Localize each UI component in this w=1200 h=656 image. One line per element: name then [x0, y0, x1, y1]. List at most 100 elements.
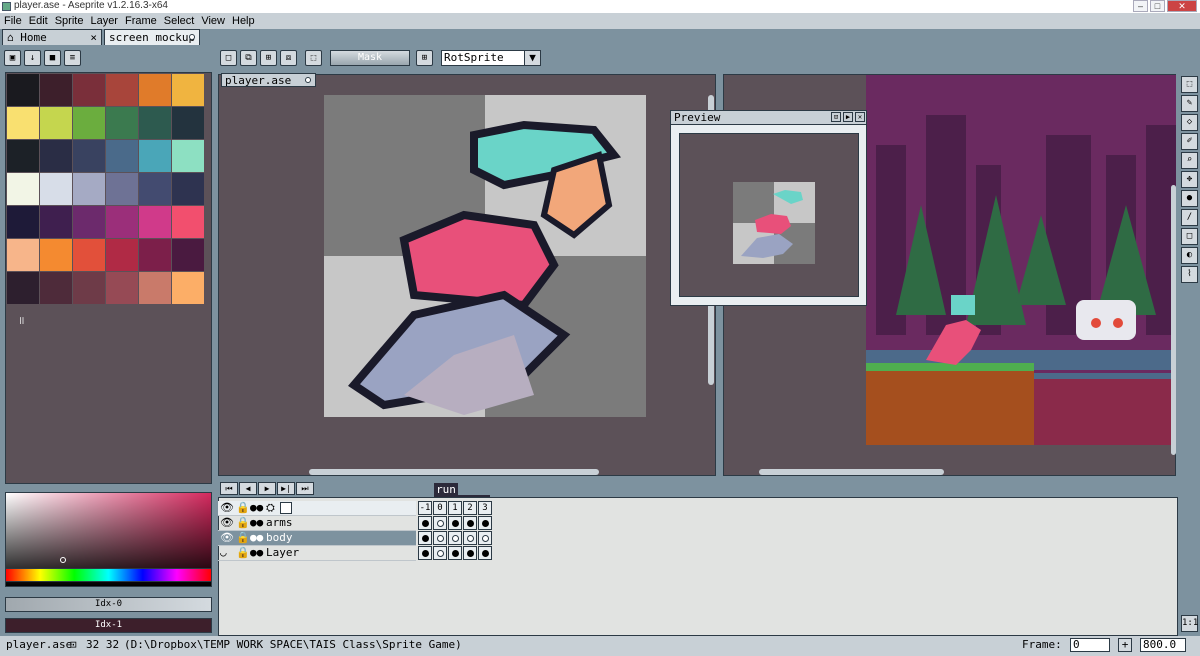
layer-row[interactable]: ◡ 🔒 ●● Layer	[218, 546, 416, 561]
download-icon[interactable]: ↓	[24, 50, 41, 66]
cel[interactable]	[463, 546, 477, 560]
color-picker-cursor[interactable]	[60, 557, 66, 563]
zoom-input[interactable]: 800.0	[1140, 638, 1186, 652]
cel[interactable]	[433, 531, 447, 545]
tag-run[interactable]: run	[434, 483, 458, 497]
prev-frame-button[interactable]: ◀	[239, 482, 257, 495]
palette-swatch[interactable]	[7, 206, 39, 238]
preview-title-bar[interactable]: Preview ⊡ ▶ ✕	[671, 111, 866, 125]
palette-swatch[interactable]	[73, 140, 105, 172]
palette-swatch[interactable]	[40, 140, 72, 172]
frame-header[interactable]: 3	[478, 501, 492, 515]
palette-swatch[interactable]	[73, 107, 105, 139]
menu-frame[interactable]: Frame	[122, 13, 160, 29]
palette-swatch[interactable]	[40, 107, 72, 139]
palette-swatch[interactable]	[73, 272, 105, 304]
cel[interactable]	[478, 546, 492, 560]
layer-options-icon[interactable]	[280, 502, 292, 514]
fg-color-index[interactable]: Idx-0	[5, 597, 212, 612]
menu-edit[interactable]: Edit	[26, 13, 51, 29]
menu-view[interactable]: View	[198, 13, 228, 29]
palette-swatch[interactable]	[7, 272, 39, 304]
palette-swatch[interactable]	[73, 206, 105, 238]
palette-swatch[interactable]	[172, 107, 204, 139]
layer-row[interactable]: 👁 🔒 ●● body	[218, 531, 416, 546]
link-icon[interactable]: ●●	[250, 546, 263, 559]
layer-row[interactable]: 👁 🔒 ●● arms	[218, 516, 416, 531]
palette-swatch[interactable]	[73, 74, 105, 106]
palette-swatch[interactable]	[7, 74, 39, 106]
cel[interactable]	[448, 516, 462, 530]
horizontal-scrollbar[interactable]	[309, 469, 599, 475]
palette-swatch[interactable]	[106, 140, 138, 172]
cel[interactable]	[478, 516, 492, 530]
layer-name[interactable]: Layer	[266, 546, 299, 559]
tool-button-icon[interactable]: ◐	[1181, 247, 1198, 264]
tool-button-icon[interactable]: ⌕	[1181, 152, 1198, 169]
frame-header[interactable]: 2	[463, 501, 477, 515]
last-frame-button[interactable]: ⏭	[296, 482, 314, 495]
link-icon[interactable]: ●●	[250, 501, 263, 514]
minimize-button[interactable]: –	[1133, 0, 1148, 12]
close-window-button[interactable]: ✕	[1167, 0, 1197, 12]
first-frame-button[interactable]: ⏮	[220, 482, 238, 495]
palette-swatch[interactable]	[73, 239, 105, 271]
cel[interactable]	[433, 546, 447, 560]
sprite-editor[interactable]	[218, 74, 716, 476]
palette-swatch[interactable]	[172, 239, 204, 271]
palette-swatch[interactable]	[106, 107, 138, 139]
menu-layer[interactable]: Layer	[87, 13, 121, 29]
eye-icon[interactable]: ◡	[220, 546, 227, 559]
palette-swatch[interactable]	[172, 206, 204, 238]
palette-swatch[interactable]	[7, 173, 39, 205]
menu-file[interactable]: File	[1, 13, 25, 29]
palette-swatch[interactable]	[7, 239, 39, 271]
game-scene[interactable]	[866, 75, 1176, 445]
onion-skin-icon[interactable]: ⛭	[266, 501, 275, 515]
tool-button-icon[interactable]: ⬚	[1181, 76, 1198, 93]
cel[interactable]	[418, 546, 432, 560]
menu-icon[interactable]: ≡	[64, 50, 81, 66]
palette-swatch[interactable]	[40, 239, 72, 271]
palette-swatch[interactable]	[139, 272, 171, 304]
palette-swatch[interactable]	[106, 206, 138, 238]
play-icon[interactable]: ▶	[843, 112, 853, 122]
cel[interactable]	[418, 516, 432, 530]
frame-header[interactable]: 0	[433, 501, 447, 515]
cel[interactable]	[418, 531, 432, 545]
link-icon[interactable]: ●●	[250, 531, 263, 544]
palette-swatch[interactable]	[106, 272, 138, 304]
lock-icon[interactable]: 🔒	[236, 531, 250, 544]
center-icon[interactable]: ⊡	[831, 112, 841, 122]
next-frame-button[interactable]: ▶|	[277, 482, 295, 495]
zoom-reset-button[interactable]: 1:1	[1181, 615, 1198, 632]
tool-button-icon[interactable]: ✐	[1181, 133, 1198, 150]
tool-button-icon[interactable]: ●	[1181, 190, 1198, 207]
menu-select[interactable]: Select	[161, 13, 198, 29]
palette-swatch[interactable]	[106, 239, 138, 271]
tool-button-icon[interactable]: ✥	[1181, 171, 1198, 188]
cel[interactable]	[478, 531, 492, 545]
tab-screen-mockup[interactable]: screen mockup	[104, 29, 200, 45]
palette-swatch[interactable]	[139, 107, 171, 139]
hue-slider[interactable]	[5, 568, 212, 582]
lock-icon[interactable]: 🔒	[236, 546, 250, 559]
transparent-icon[interactable]: ⬚	[305, 50, 322, 66]
tool-button-icon[interactable]: ⌇	[1181, 266, 1198, 283]
vertical-scrollbar[interactable]	[1171, 185, 1176, 455]
palette-swatch[interactable]	[73, 173, 105, 205]
document-tab[interactable]: player.ase	[221, 73, 316, 87]
eye-icon[interactable]: 👁	[220, 501, 234, 514]
close-icon[interactable]: ✕	[855, 112, 865, 122]
palette-swatch[interactable]	[7, 140, 39, 172]
mask-color-button[interactable]: Mask	[330, 50, 410, 66]
palette-swatch[interactable]	[40, 173, 72, 205]
tool-button-icon[interactable]: /	[1181, 209, 1198, 226]
select-replace-icon[interactable]: □	[220, 50, 237, 66]
menu-help[interactable]: Help	[229, 13, 258, 29]
eye-icon[interactable]: 👁	[220, 531, 234, 544]
tool-button-icon[interactable]: ✎	[1181, 95, 1198, 112]
horizontal-scrollbar[interactable]	[759, 469, 944, 475]
tab-home[interactable]: ⌂ Home ×	[2, 29, 102, 45]
menu-sprite[interactable]: Sprite	[52, 13, 87, 29]
